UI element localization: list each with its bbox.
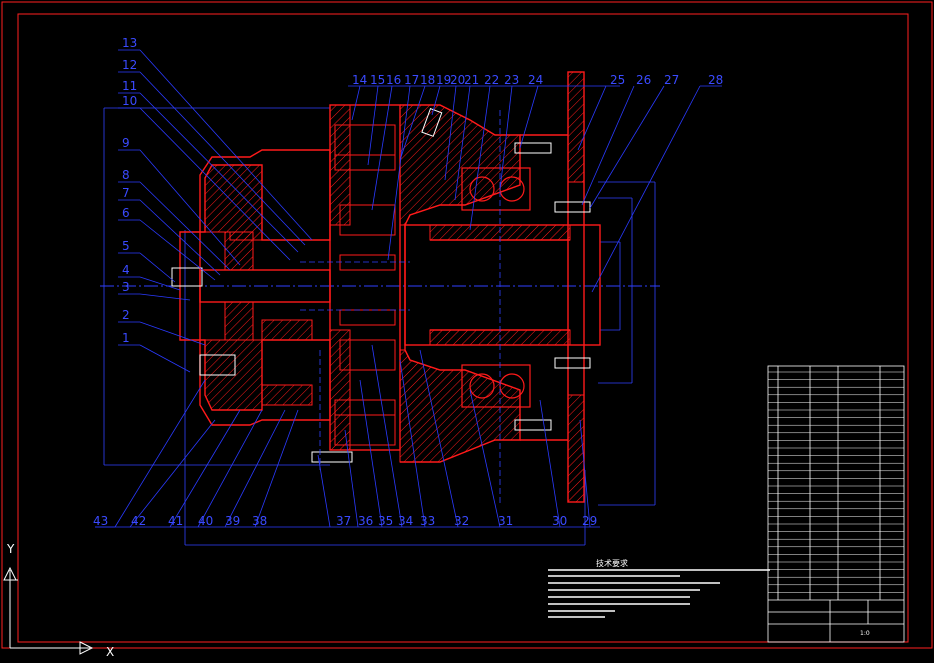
axis-y-label: Y bbox=[6, 542, 15, 556]
callout-27: 27 bbox=[664, 73, 679, 87]
callout-5: 5 bbox=[122, 239, 130, 253]
callout-17: 17 bbox=[404, 73, 419, 87]
callout-40: 40 bbox=[198, 514, 213, 528]
callout-43: 43 bbox=[93, 514, 108, 528]
callout-21: 21 bbox=[464, 73, 479, 87]
callout-30: 30 bbox=[552, 514, 567, 528]
callout-36: 36 bbox=[358, 514, 373, 528]
callout-16: 16 bbox=[386, 73, 401, 87]
callout-39: 39 bbox=[225, 514, 240, 528]
cad-drawing-canvas: 13 12 11 10 9 8 7 6 5 4 3 2 1 14 15 16 17 18 19 20 21 22 23 24… bbox=[0, 0, 934, 659]
callouts-bottom-row: 43 42 41 40 39 38 37 36 35 34 33 32 31 30 29 bbox=[93, 514, 597, 528]
callout-15: 15 bbox=[370, 73, 385, 87]
callout-11: 11 bbox=[122, 79, 137, 93]
callout-31: 31 bbox=[498, 514, 513, 528]
callout-1: 1 bbox=[122, 331, 130, 345]
callout-33: 33 bbox=[420, 514, 435, 528]
callout-14: 14 bbox=[352, 73, 367, 87]
callout-32: 32 bbox=[454, 514, 469, 528]
callout-18: 18 bbox=[420, 73, 435, 87]
callout-9: 9 bbox=[122, 136, 130, 150]
callouts-left-column: 13 12 1110 9 8 7 6 5 4 3 2 1 bbox=[122, 36, 137, 345]
callout-2: 2 bbox=[122, 308, 130, 322]
callout-19: 19 bbox=[436, 73, 451, 87]
scale-value: 1:0 bbox=[860, 630, 870, 637]
callout-3: 3 bbox=[122, 280, 130, 294]
output-bearings bbox=[461, 167, 531, 408]
callout-12: 12 bbox=[122, 58, 137, 72]
callout-25: 25 bbox=[610, 73, 625, 87]
callout-23: 23 bbox=[504, 73, 519, 87]
callout-6: 6 bbox=[122, 206, 130, 220]
axis-x-label: X bbox=[106, 645, 114, 659]
technical-notes: 技术要求 bbox=[548, 558, 770, 618]
notes-title: 技术要求 bbox=[596, 558, 628, 568]
callout-7: 7 bbox=[122, 186, 130, 200]
callout-22: 22 bbox=[484, 73, 499, 87]
housing-section bbox=[179, 71, 601, 503]
callout-41: 41 bbox=[168, 514, 183, 528]
callout-4: 4 bbox=[122, 263, 130, 277]
planet-gears bbox=[261, 124, 396, 446]
callout-28: 28 bbox=[708, 73, 723, 87]
parts-list-table bbox=[767, 365, 905, 643]
callout-37: 37 bbox=[336, 514, 351, 528]
callout-20: 20 bbox=[450, 73, 465, 87]
callout-38: 38 bbox=[252, 514, 267, 528]
callout-42: 42 bbox=[131, 514, 146, 528]
callout-24: 24 bbox=[528, 73, 543, 87]
callout-10: 10 bbox=[122, 94, 137, 108]
parts-list-rows bbox=[768, 371, 904, 593]
ucs-axis-icon bbox=[3, 566, 94, 655]
callouts-top-row: 14 15 16 17 18 192021 22 23 24 25 26 27 28 bbox=[352, 73, 723, 87]
callout-29: 29 bbox=[582, 514, 597, 528]
gearbox-assembly-drawing: 13121110987654321 14 15 16 17 18 192021 22 23 24… bbox=[1, 1, 933, 659]
callout-26: 26 bbox=[636, 73, 651, 87]
callout-34: 34 bbox=[398, 514, 413, 528]
callout-35: 35 bbox=[378, 514, 393, 528]
callout-13: 13 bbox=[122, 36, 137, 50]
outer-frame bbox=[1, 1, 933, 649]
callout-8: 8 bbox=[122, 168, 130, 182]
